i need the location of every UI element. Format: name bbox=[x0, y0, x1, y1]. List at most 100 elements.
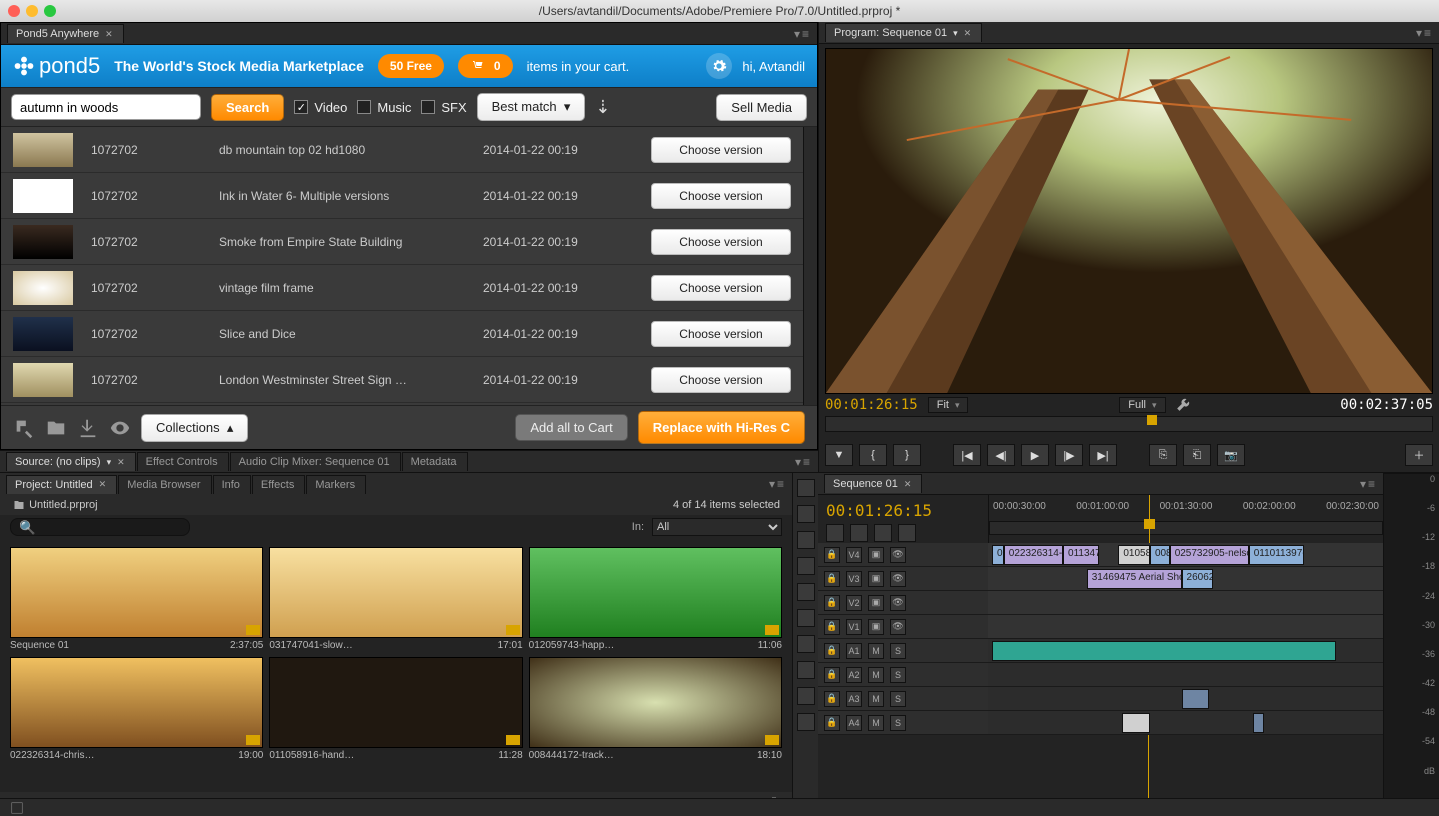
tab-program[interactable]: Program: Sequence 01 ▾ ✕ bbox=[825, 23, 982, 42]
choose-version-button[interactable]: Choose version bbox=[651, 275, 791, 301]
collections-button[interactable]: Collections ▴ bbox=[141, 414, 248, 442]
track-header[interactable]: 🔒A2MS bbox=[818, 663, 988, 687]
cart-button[interactable]: 0 bbox=[458, 54, 513, 78]
toggle-sync-icon[interactable]: 👁 bbox=[890, 619, 906, 635]
filter-video[interactable]: Video bbox=[294, 100, 347, 115]
timeline-ruler[interactable]: 00:00:30:0000:01:00:0000:01:30:0000:02:0… bbox=[988, 495, 1383, 543]
close-window-icon[interactable] bbox=[8, 5, 20, 17]
playhead[interactable] bbox=[1149, 495, 1150, 543]
tab-project[interactable]: Effects bbox=[252, 475, 305, 494]
timeline-clip[interactable]: 01 bbox=[992, 545, 1004, 565]
playhead-icon[interactable] bbox=[1147, 415, 1157, 425]
track-row[interactable] bbox=[988, 615, 1383, 639]
project-filter-input[interactable] bbox=[10, 518, 190, 536]
lock-icon[interactable]: 🔒 bbox=[824, 643, 840, 659]
toggle-sync-icon[interactable]: 👁 bbox=[890, 595, 906, 611]
track-name[interactable]: A3 bbox=[846, 691, 862, 707]
close-icon[interactable]: ✕ bbox=[105, 29, 113, 40]
close-icon[interactable]: ✕ bbox=[964, 28, 972, 39]
export-frame-button[interactable]: 📷 bbox=[1217, 444, 1245, 466]
project-clip[interactable]: 011058916-hand…11:28 bbox=[269, 657, 522, 761]
panel-menu-icon[interactable]: ▾≡ bbox=[795, 455, 812, 469]
timeline-clip[interactable]: 022326314-chri bbox=[1004, 545, 1063, 565]
chevron-down-icon[interactable]: ▾ bbox=[953, 28, 958, 39]
timeline-settings-icon[interactable] bbox=[898, 524, 916, 542]
result-row[interactable]: 1072702 London Westminster Street Sign …… bbox=[1, 357, 803, 403]
toggle-output-icon[interactable]: ▣ bbox=[868, 547, 884, 563]
close-icon[interactable]: ✕ bbox=[904, 479, 912, 490]
extract-button[interactable]: ⎗ bbox=[1183, 444, 1211, 466]
settings-icon[interactable] bbox=[706, 53, 732, 79]
zoom-window-icon[interactable] bbox=[44, 5, 56, 17]
sort-dropdown[interactable]: Best match ▾ bbox=[477, 93, 586, 121]
timeline-clip[interactable]: 011011397-space-s bbox=[1249, 545, 1304, 565]
lift-button[interactable]: ⎘ bbox=[1149, 444, 1177, 466]
toggle-output-icon[interactable]: ▣ bbox=[868, 619, 884, 635]
zoom-tool[interactable] bbox=[797, 713, 815, 731]
track-row[interactable] bbox=[988, 711, 1383, 735]
fit-dropdown[interactable]: Fit bbox=[928, 397, 969, 413]
selection-tool[interactable] bbox=[797, 479, 815, 497]
folder-icon[interactable] bbox=[45, 417, 67, 439]
lock-icon[interactable]: 🔒 bbox=[824, 667, 840, 683]
footer-icon[interactable] bbox=[10, 801, 24, 815]
timeline-clip[interactable]: 025732905-nelson-mande bbox=[1170, 545, 1249, 565]
project-clip[interactable]: Sequence 012:37:05 bbox=[10, 547, 263, 651]
filter-music[interactable]: Music bbox=[357, 100, 411, 115]
tab-source[interactable]: Metadata bbox=[402, 452, 468, 471]
project-clip[interactable]: 031747041-slow…17:01 bbox=[269, 547, 522, 651]
project-clip[interactable]: 022326314-chris…19:00 bbox=[10, 657, 263, 761]
panel-menu-icon[interactable]: ▾≡ bbox=[794, 27, 811, 41]
toggle-sync-icon[interactable]: S bbox=[890, 691, 906, 707]
choose-version-button[interactable]: Choose version bbox=[651, 321, 791, 347]
toggle-output-icon[interactable]: M bbox=[868, 715, 884, 731]
result-row[interactable]: 1072702 db mountain top 02 hd1080 2014-0… bbox=[1, 127, 803, 173]
track-header[interactable]: 🔒V1▣👁 bbox=[818, 615, 988, 639]
track-name[interactable]: A4 bbox=[846, 715, 862, 731]
search-button[interactable]: Search bbox=[211, 94, 284, 121]
view-dropdown[interactable]: Full bbox=[1119, 397, 1165, 413]
slip-tool[interactable] bbox=[797, 635, 815, 653]
panel-menu-icon[interactable]: ▾≡ bbox=[1416, 26, 1433, 40]
goto-out-button[interactable]: ▶| bbox=[1089, 444, 1117, 466]
toggle-sync-icon[interactable]: S bbox=[890, 715, 906, 731]
tab-project[interactable]: Project: Untitled✕ bbox=[6, 475, 117, 494]
tab-project[interactable]: Markers bbox=[306, 475, 366, 494]
ripple-tool[interactable] bbox=[797, 531, 815, 549]
toggle-sync-icon[interactable]: 👁 bbox=[890, 547, 906, 563]
track-header[interactable]: 🔒A4MS bbox=[818, 711, 988, 735]
timeline-clip[interactable] bbox=[1253, 713, 1265, 733]
choose-version-button[interactable]: Choose version bbox=[651, 183, 791, 209]
button-editor-button[interactable]: ＋ bbox=[1405, 444, 1433, 466]
tab-source[interactable]: Source: (no clips) ▾ ✕ bbox=[6, 452, 136, 471]
toggle-sync-icon[interactable]: 👁 bbox=[890, 571, 906, 587]
track-header[interactable]: 🔒V3▣👁 bbox=[818, 567, 988, 591]
result-row[interactable]: 1072702 vintage film frame 2014-01-22 00… bbox=[1, 265, 803, 311]
inspect-icon[interactable] bbox=[13, 417, 35, 439]
toggle-sync-icon[interactable]: S bbox=[890, 643, 906, 659]
tab-sequence[interactable]: Sequence 01 ✕ bbox=[824, 474, 922, 493]
result-row[interactable]: 1072702 Slice and Dice 2014-01-22 00:19 … bbox=[1, 311, 803, 357]
track-name[interactable]: V4 bbox=[846, 547, 862, 563]
marker-tool[interactable] bbox=[874, 524, 892, 542]
rate-stretch-tool[interactable] bbox=[797, 583, 815, 601]
tab-project[interactable]: Media Browser bbox=[118, 475, 211, 494]
timeline-clip[interactable] bbox=[1122, 713, 1150, 733]
tab-project[interactable]: Info bbox=[213, 475, 251, 494]
toggle-output-icon[interactable]: M bbox=[868, 691, 884, 707]
lock-icon[interactable]: 🔒 bbox=[824, 595, 840, 611]
choose-version-button[interactable]: Choose version bbox=[651, 367, 791, 393]
in-dropdown[interactable]: All bbox=[652, 518, 782, 536]
wrench-icon[interactable] bbox=[1176, 398, 1190, 412]
track-name[interactable]: V3 bbox=[846, 571, 862, 587]
timeline-timecode[interactable]: 00:01:26:15 bbox=[826, 501, 980, 520]
track-row[interactable] bbox=[988, 687, 1383, 711]
search-input[interactable] bbox=[11, 94, 201, 120]
result-row[interactable]: 1072702 Smoke from Empire State Building… bbox=[1, 219, 803, 265]
toggle-sync-icon[interactable]: S bbox=[890, 667, 906, 683]
project-clip[interactable]: 012059743-happ…11:06 bbox=[529, 547, 782, 651]
close-icon[interactable]: ✕ bbox=[117, 457, 125, 468]
lock-icon[interactable]: 🔒 bbox=[824, 691, 840, 707]
tab-source[interactable]: Effect Controls bbox=[137, 452, 229, 471]
lock-icon[interactable]: 🔒 bbox=[824, 571, 840, 587]
